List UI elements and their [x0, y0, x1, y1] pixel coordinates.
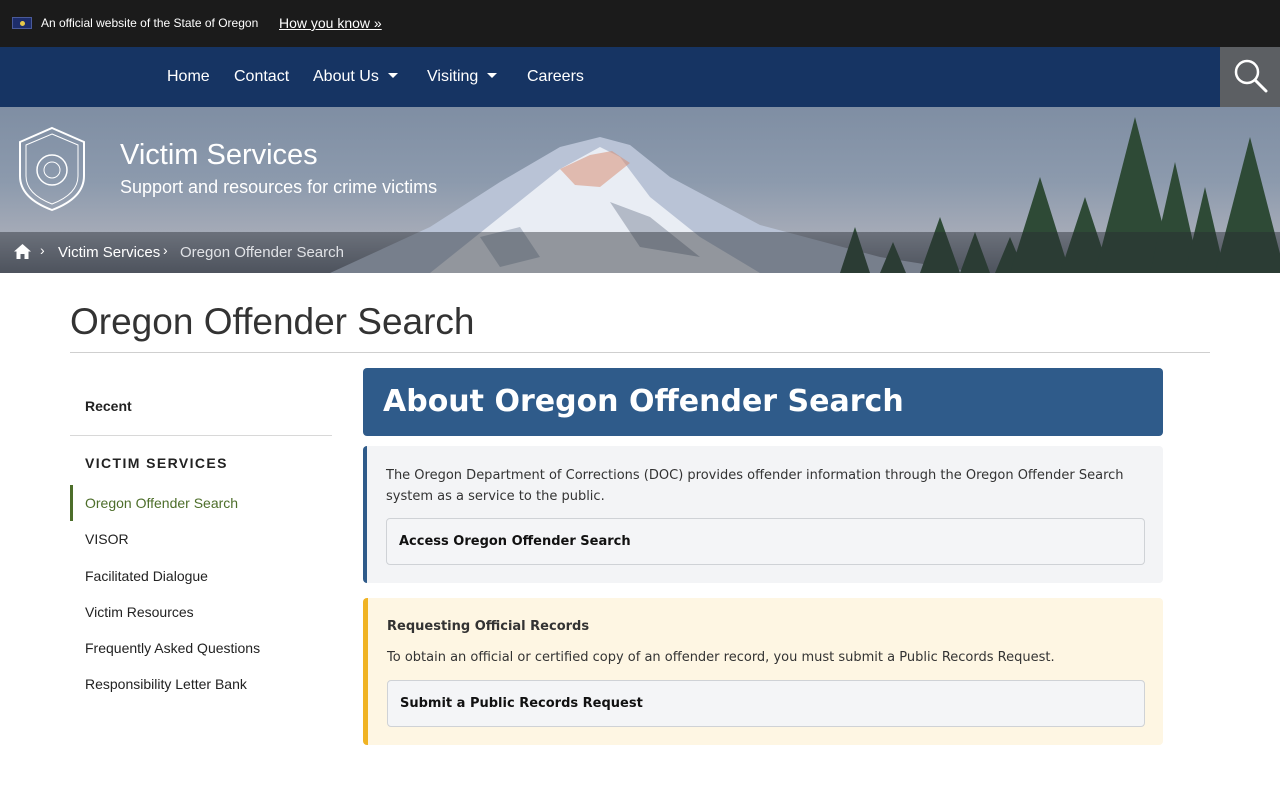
- about-header-title: About Oregon Offender Search: [383, 384, 904, 419]
- nav-visiting-label: Visiting: [427, 68, 479, 85]
- oregon-department-of-corrections-seal: [19, 126, 85, 212]
- info-text: The Oregon Department of Corrections (DO…: [386, 468, 1124, 504]
- notice-text: To obtain an official or certified copy …: [387, 650, 1055, 665]
- caret-down-icon: [387, 73, 398, 78]
- nav-home-label: Home: [167, 68, 210, 85]
- nav-visiting[interactable]: Visiting: [427, 68, 498, 86]
- sidebar-recent[interactable]: Recent: [85, 398, 132, 414]
- records-notice-card: Requesting Official Records To obtain an…: [363, 598, 1163, 745]
- sidebar-item-responsibility-letter-bank[interactable]: Responsibility Letter Bank: [85, 676, 247, 692]
- access-offender-search-label: Access Oregon Offender Search: [399, 534, 631, 549]
- nav-about-us[interactable]: About Us: [313, 68, 398, 86]
- public-records-request-button[interactable]: Submit a Public Records Request: [387, 680, 1145, 727]
- sidebar-item-oregon-offender-search[interactable]: Oregon Offender Search: [85, 495, 238, 511]
- sidebar-item-facilitated-dialogue[interactable]: Facilitated Dialogue: [85, 568, 208, 584]
- oregon-flag-icon: [12, 17, 32, 29]
- how-you-know-link[interactable]: How you know »: [279, 15, 382, 31]
- sidebar-section-heading: VICTIM SERVICES: [85, 455, 228, 471]
- sidebar-item-victim-resources[interactable]: Victim Resources: [85, 604, 194, 620]
- chevron-right-icon: ›: [40, 242, 45, 258]
- title-divider: [70, 352, 1210, 353]
- sidebar-divider: [70, 435, 332, 436]
- hero-subtitle: Support and resources for crime victims: [120, 177, 438, 197]
- hero-title: Victim Services: [120, 139, 318, 171]
- nav-contact[interactable]: Contact: [234, 68, 289, 86]
- page-title: Oregon Offender Search: [70, 301, 475, 342]
- public-records-request-label: Submit a Public Records Request: [400, 696, 643, 711]
- active-indicator: [70, 485, 73, 521]
- official-site-text: An official website of the State of Oreg…: [41, 16, 259, 30]
- breadcrumb-victim-services[interactable]: Victim Services: [58, 244, 160, 261]
- hero-banner: Victim Services Support and resources fo…: [0, 107, 1280, 273]
- home-icon[interactable]: [14, 244, 31, 259]
- breadcrumb: › Victim Services › Oregon Offender Sear…: [0, 232, 1280, 273]
- search-button[interactable]: [1220, 47, 1280, 107]
- breadcrumb-current-page: Oregon Offender Search: [180, 244, 344, 261]
- nav-contact-label: Contact: [234, 68, 290, 85]
- sidebar-item-faq[interactable]: Frequently Asked Questions: [85, 640, 260, 656]
- info-card: The Oregon Department of Corrections (DO…: [363, 446, 1163, 583]
- access-offender-search-button[interactable]: Access Oregon Offender Search: [386, 518, 1145, 565]
- caret-down-icon: [487, 73, 498, 78]
- official-site-banner: An official website of the State of Oreg…: [0, 0, 1280, 47]
- nav-about-us-label: About Us: [313, 68, 379, 85]
- nav-careers[interactable]: Careers: [527, 68, 584, 86]
- nav-careers-label: Careers: [527, 68, 584, 85]
- main-navigation: Home Contact About Us Visiting Careers: [0, 47, 1280, 107]
- about-header-panel: About Oregon Offender Search: [363, 368, 1163, 436]
- search-icon: [1234, 59, 1268, 93]
- sidebar-item-visor[interactable]: VISOR: [85, 531, 129, 547]
- chevron-right-icon: ›: [163, 242, 168, 258]
- notice-title: Requesting Official Records: [387, 619, 590, 634]
- nav-home[interactable]: Home: [167, 68, 210, 86]
